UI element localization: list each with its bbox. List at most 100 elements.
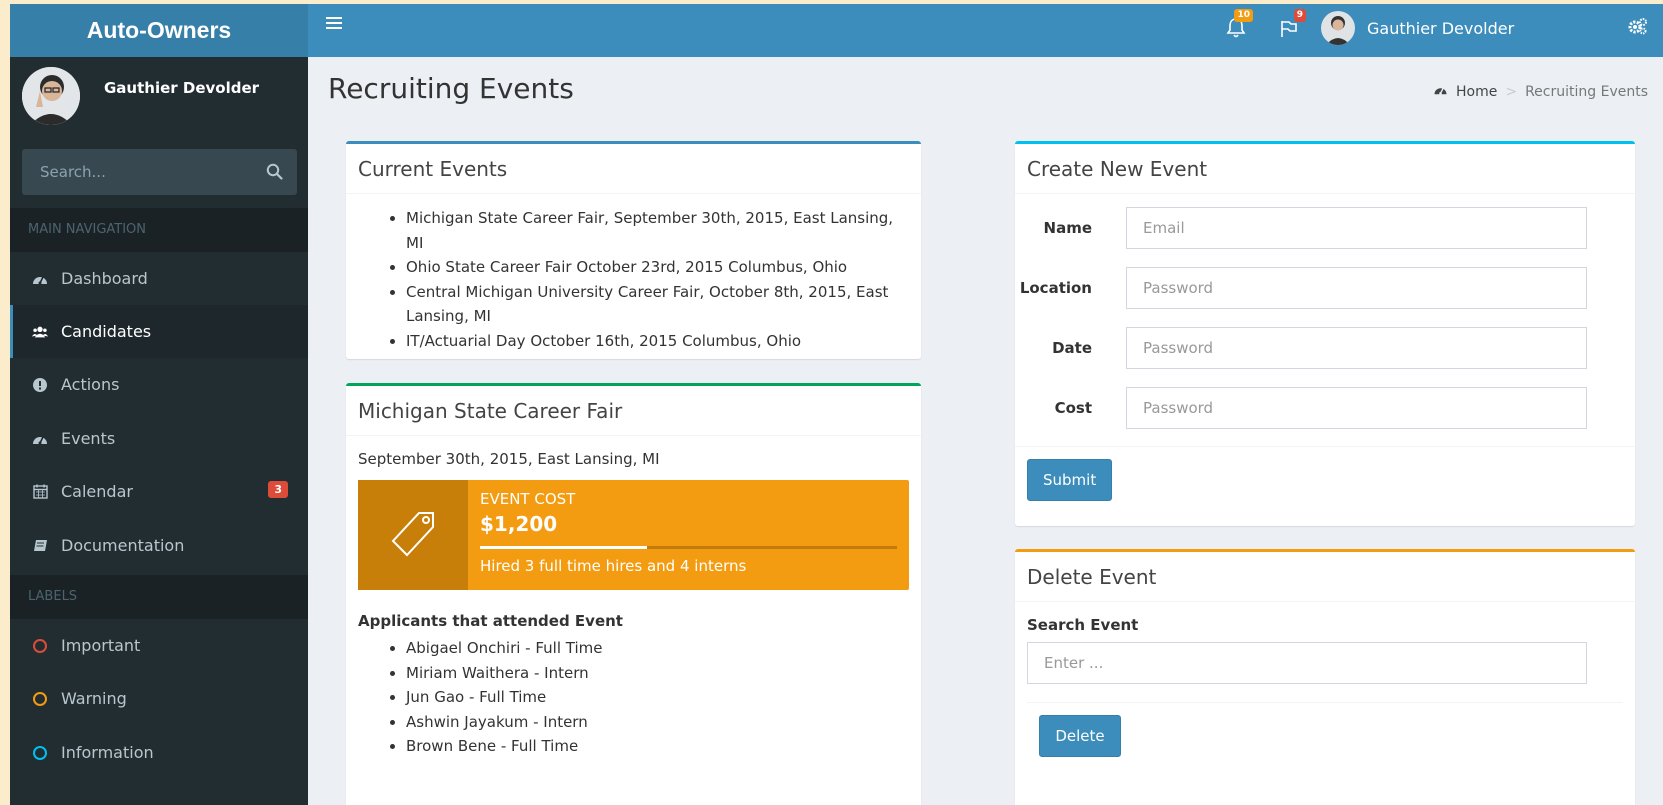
sidebar-user-panel: Gauthier Devolder xyxy=(22,67,302,127)
list-item: Central Michigan University Career Fair,… xyxy=(406,280,909,329)
event-detail-box: Michigan State Career Fair September 30t… xyxy=(346,383,921,805)
breadcrumb-current: Recruiting Events xyxy=(1525,84,1648,100)
dashboard-icon xyxy=(32,271,48,287)
dashboard-icon xyxy=(32,431,48,447)
box-footer: Submit xyxy=(1015,446,1635,513)
sidebar: Gauthier Devolder MAIN NAVIGATION Dashbo… xyxy=(10,57,308,805)
sidebar-user-name: Gauthier Devolder xyxy=(104,79,260,97)
sidebar-label-information[interactable]: Information xyxy=(10,726,308,779)
page-title: Recruiting Events xyxy=(328,72,574,105)
calendar-count-badge: 3 xyxy=(268,481,288,498)
delete-event-box: Delete Event Search Event Delete xyxy=(1015,549,1635,805)
event-subtitle: September 30th, 2015, East Lansing, MI xyxy=(358,450,660,468)
sidebar-item-label: Documentation xyxy=(61,536,185,555)
user-name: Gauthier Devolder xyxy=(1367,18,1515,38)
avatar xyxy=(22,67,80,125)
cost-label: Cost xyxy=(1054,399,1092,417)
box-header: Create New Event xyxy=(1015,144,1635,194)
exclamation-icon xyxy=(32,377,48,393)
book-icon xyxy=(32,538,48,554)
sidebar-item-candidates[interactable]: Candidates xyxy=(10,305,308,358)
delete-footer: Delete xyxy=(1027,702,1623,757)
info-box-content: EVENT COST $1,200 Hired 3 full time hire… xyxy=(480,490,897,575)
sidebar-item-calendar[interactable]: Calendar 3 xyxy=(10,465,308,518)
list-item: Jun Gao - Full Time xyxy=(406,685,909,710)
search-event-label: Search Event xyxy=(1027,616,1139,634)
event-cost-value: $1,200 xyxy=(480,512,558,536)
list-item: IT/Actuarial Day October 16th, 2015 Colu… xyxy=(406,329,909,354)
breadcrumb-home[interactable]: Home xyxy=(1433,84,1497,100)
box-header: Delete Event xyxy=(1015,552,1635,602)
labels-header: LABELS xyxy=(10,575,308,619)
name-label: Name xyxy=(1043,219,1092,237)
users-icon xyxy=(32,324,48,340)
delete-button[interactable]: Delete xyxy=(1039,715,1121,757)
user-menu[interactable]: Gauthier Devolder xyxy=(1321,11,1514,45)
search-icon[interactable] xyxy=(266,163,283,184)
sidebar-item-label: Dashboard xyxy=(61,269,148,288)
box-header: Michigan State Career Fair xyxy=(346,386,921,436)
circle-icon xyxy=(32,691,48,707)
list-item: Michigan State Career Fair, September 30… xyxy=(406,206,909,255)
logo[interactable]: Auto-Owners xyxy=(10,4,308,57)
box-header: Current Events xyxy=(346,144,921,194)
form-row-cost: Cost xyxy=(1015,378,1623,438)
form-row-date: Date xyxy=(1015,318,1623,378)
search-event-input[interactable] xyxy=(1027,642,1587,684)
sidebar-item-label: Events xyxy=(61,429,116,448)
name-field[interactable] xyxy=(1126,207,1587,249)
box-title: Michigan State Career Fair xyxy=(358,398,623,423)
sidebar-item-dashboard[interactable]: Dashboard xyxy=(10,252,308,305)
avatar xyxy=(1321,11,1355,45)
sidebar-item-actions[interactable]: Actions xyxy=(10,358,308,411)
flag-icon[interactable]: 9 xyxy=(1276,9,1306,41)
sidebar-item-events[interactable]: Events xyxy=(10,412,308,465)
date-field[interactable] xyxy=(1126,327,1587,369)
tag-icon xyxy=(358,480,468,590)
form-row-name: Name xyxy=(1015,198,1623,258)
submit-button[interactable]: Submit xyxy=(1027,459,1113,501)
sidebar-item-label: Important xyxy=(61,636,141,655)
sidebar-label-important[interactable]: Important xyxy=(10,619,308,672)
event-cost-label: EVENT COST xyxy=(480,490,576,508)
sidebar-item-documentation[interactable]: Documentation xyxy=(10,519,308,572)
hiring-progress-bar xyxy=(480,546,647,549)
breadcrumb-home-label: Home xyxy=(1456,84,1498,100)
flags-count-badge: 9 xyxy=(1293,9,1306,22)
box-body: Michigan State Career Fair, September 30… xyxy=(346,194,921,365)
main-navigation-header: MAIN NAVIGATION xyxy=(10,208,308,252)
circle-icon xyxy=(32,745,48,761)
current-events-list: Michigan State Career Fair, September 30… xyxy=(358,206,909,353)
app-frame: Auto-Owners 10 9 Gauthier Devolder Gauth… xyxy=(10,4,1663,805)
cost-field[interactable] xyxy=(1126,387,1587,429)
box-title: Delete Event xyxy=(1027,564,1157,589)
notifications-bell-icon[interactable]: 10 xyxy=(1223,9,1253,41)
sidebar-label-warning[interactable]: Warning xyxy=(10,672,308,725)
list-item: Ashwin Jayakum - Intern xyxy=(406,710,909,735)
box-title: Current Events xyxy=(358,156,508,181)
location-label: Location xyxy=(1019,279,1092,297)
calendar-icon xyxy=(32,484,48,500)
create-event-form: Name Location Date Cost xyxy=(1015,194,1635,446)
top-navbar: 10 9 Gauthier Devolder xyxy=(308,4,1663,57)
applicants-list: Abigael Onchiri - Full Time Miriam Waith… xyxy=(358,636,909,759)
list-item: Abigael Onchiri - Full Time xyxy=(406,636,909,661)
current-events-box: Current Events Michigan State Career Fai… xyxy=(346,141,921,359)
location-field[interactable] xyxy=(1126,267,1587,309)
sidebar-search-input[interactable] xyxy=(22,149,242,195)
settings-gears-icon[interactable] xyxy=(1628,17,1648,39)
sidebar-item-label: Actions xyxy=(61,375,120,394)
box-body: September 30th, 2015, East Lansing, MI E… xyxy=(346,436,921,771)
form-row-location: Location xyxy=(1015,258,1623,318)
sidebar-toggle-icon[interactable] xyxy=(326,17,342,31)
list-item: Ohio State Career Fair October 23rd, 201… xyxy=(406,255,909,280)
event-cost-info-box: EVENT COST $1,200 Hired 3 full time hire… xyxy=(358,480,909,590)
list-item: Brown Bene - Full Time xyxy=(406,734,909,759)
sidebar-item-label: Candidates xyxy=(61,322,152,341)
sidebar-search xyxy=(22,149,297,195)
progress-description: Hired 3 full time hires and 4 interns xyxy=(480,557,747,575)
breadcrumb: Home > Recruiting Events xyxy=(1433,84,1648,100)
sidebar-item-label: Warning xyxy=(61,689,127,708)
sidebar-item-label: Calendar xyxy=(61,482,133,501)
sidebar-item-label: Information xyxy=(61,743,154,762)
